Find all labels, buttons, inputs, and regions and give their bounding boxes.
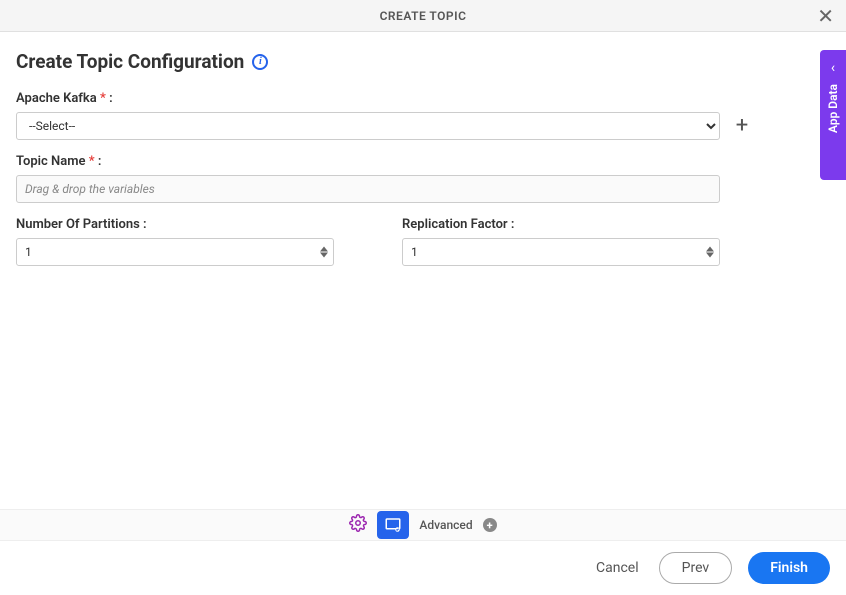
replication-label: Replication Factor :: [402, 217, 720, 232]
topic-name-field-group: Topic Name * :: [16, 154, 830, 203]
finish-button[interactable]: Finish: [748, 552, 830, 584]
partitions-label: Number Of Partitions :: [16, 217, 334, 232]
partitions-spinner: [320, 247, 328, 258]
bottom-toolbar: Advanced +: [0, 509, 846, 541]
replication-field-group: Replication Factor :: [402, 217, 720, 266]
info-icon[interactable]: i: [252, 54, 268, 70]
kafka-select[interactable]: --Select--: [16, 112, 720, 140]
kafka-label: Apache Kafka * :: [16, 91, 830, 106]
dialog-content: Create Topic Configuration i Apache Kafk…: [0, 32, 846, 284]
required-mark: *: [100, 91, 106, 106]
screen-icon-button[interactable]: [377, 511, 409, 539]
app-data-side-tab[interactable]: ‹ App Data: [820, 50, 846, 180]
advanced-expand-button[interactable]: +: [483, 518, 497, 532]
prev-button[interactable]: Prev: [659, 552, 733, 584]
page-title-row: Create Topic Configuration i: [16, 50, 830, 73]
dialog-footer: Cancel Prev Finish: [0, 541, 846, 595]
add-kafka-button[interactable]: +: [730, 114, 754, 138]
required-mark: *: [89, 154, 95, 169]
chevron-left-icon: ‹: [831, 60, 835, 76]
plus-circle-icon: +: [487, 520, 493, 531]
kafka-field-group: Apache Kafka * : --Select-- +: [16, 91, 830, 140]
page-title: Create Topic Configuration: [16, 50, 244, 73]
kafka-select-row: --Select-- +: [16, 112, 830, 140]
plus-icon: +: [736, 115, 748, 137]
cancel-button[interactable]: Cancel: [592, 552, 643, 584]
topic-name-input[interactable]: [16, 175, 720, 203]
spinner-up-icon[interactable]: [706, 247, 714, 252]
partitions-field-group: Number Of Partitions :: [16, 217, 334, 266]
spinner-up-icon[interactable]: [320, 247, 328, 252]
partitions-input[interactable]: [16, 238, 334, 266]
close-button[interactable]: ✕: [817, 6, 834, 26]
spinner-down-icon[interactable]: [706, 253, 714, 258]
dialog-header: CREATE TOPIC ✕: [0, 0, 846, 32]
gear-icon[interactable]: [349, 514, 367, 536]
two-column-row: Number Of Partitions : Replication Facto…: [16, 217, 830, 266]
spinner-down-icon[interactable]: [320, 253, 328, 258]
partitions-input-wrap: [16, 238, 334, 266]
replication-input[interactable]: [402, 238, 720, 266]
advanced-label: Advanced: [419, 518, 472, 532]
side-tab-label: App Data: [826, 84, 840, 133]
replication-input-wrap: [402, 238, 720, 266]
close-icon: ✕: [817, 4, 834, 28]
topic-name-label: Topic Name * :: [16, 154, 830, 169]
dialog-title: CREATE TOPIC: [380, 9, 467, 23]
replication-spinner: [706, 247, 714, 258]
